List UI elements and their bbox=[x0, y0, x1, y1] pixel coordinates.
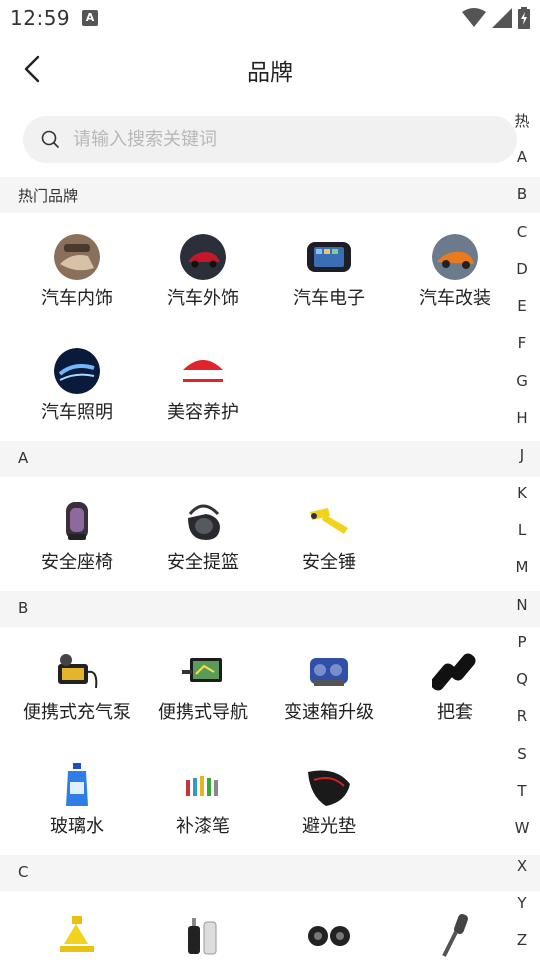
index-letter-h[interactable]: H bbox=[504, 409, 540, 427]
child-seat-thumb bbox=[54, 498, 100, 544]
brand-item-label: 便携式导航 bbox=[158, 702, 248, 723]
brand-item-speaker[interactable] bbox=[266, 912, 392, 960]
section-title: C bbox=[18, 863, 29, 881]
brand-item-grip-cover[interactable]: 把套 bbox=[392, 648, 518, 738]
page-title: 品牌 bbox=[247, 60, 293, 86]
section-header-b: B bbox=[0, 591, 540, 627]
brand-item-air-pump[interactable]: 便携式充气泵 bbox=[14, 648, 140, 738]
car-brush-thumb bbox=[432, 912, 478, 958]
car-charger-thumb bbox=[180, 912, 226, 958]
index-letter-p[interactable]: P bbox=[504, 633, 540, 651]
touch-up-pen-thumb bbox=[180, 762, 226, 808]
brand-item-car-interior[interactable]: 汽车内饰 bbox=[14, 234, 140, 324]
index-letter-b[interactable]: B bbox=[504, 185, 540, 203]
index-letter-n[interactable]: N bbox=[504, 596, 540, 614]
brand-item-car-jack[interactable] bbox=[14, 912, 140, 960]
brand-item-infant-carrier[interactable]: 安全提篮 bbox=[140, 498, 266, 588]
index-letter-t[interactable]: T bbox=[504, 782, 540, 800]
brand-item-gearbox[interactable]: 变速箱升级 bbox=[266, 648, 392, 738]
sun-mat-thumb bbox=[306, 762, 352, 808]
index-letter-w[interactable]: W bbox=[504, 819, 540, 837]
brand-item-touch-up-pen[interactable]: 补漆笔 bbox=[140, 762, 266, 852]
wifi-icon bbox=[462, 8, 486, 27]
index-letter-d[interactable]: D bbox=[504, 260, 540, 278]
brand-item-label: 便携式充气泵 bbox=[23, 702, 131, 723]
infant-carrier-thumb bbox=[180, 498, 226, 544]
index-letter-r[interactable]: R bbox=[504, 707, 540, 725]
brand-item-label: 安全锤 bbox=[302, 552, 356, 573]
brand-item-car-modification[interactable]: 汽车改装 bbox=[392, 234, 518, 324]
brand-item-label: 安全提篮 bbox=[167, 552, 239, 573]
section-title: 热门品牌 bbox=[18, 187, 79, 205]
speaker-thumb bbox=[306, 912, 352, 958]
section-header-a: A bbox=[0, 441, 540, 477]
car-jack-thumb bbox=[54, 912, 100, 958]
brand-item-car-lighting[interactable]: 汽车照明 bbox=[14, 348, 140, 438]
index-letter-c[interactable]: C bbox=[504, 223, 540, 241]
index-letter-s[interactable]: S bbox=[504, 745, 540, 763]
brand-item-gps-navigator[interactable]: 便携式导航 bbox=[140, 648, 266, 738]
status-icons bbox=[462, 6, 530, 30]
index-letter-e[interactable]: E bbox=[504, 297, 540, 315]
grip-cover-thumb bbox=[432, 648, 478, 694]
index-letter-a[interactable]: A bbox=[504, 148, 540, 166]
washer-fluid-thumb bbox=[54, 762, 100, 808]
index-letter-m[interactable]: M bbox=[504, 558, 540, 576]
car-interior-thumb bbox=[54, 234, 100, 280]
brand-item-label: 变速箱升级 bbox=[284, 702, 374, 723]
notification-icon: A bbox=[82, 10, 98, 26]
brand-item-car-electronics[interactable]: 汽车电子 bbox=[266, 234, 392, 324]
app-header: 品牌 bbox=[0, 36, 540, 102]
index-letter-hot[interactable]: 热 bbox=[504, 110, 540, 131]
brand-item-car-brush[interactable] bbox=[392, 912, 518, 960]
brand-item-label: 安全座椅 bbox=[41, 552, 113, 573]
air-pump-thumb bbox=[54, 648, 100, 694]
brand-item-label: 汽车电子 bbox=[293, 288, 365, 309]
gps-navigator-thumb bbox=[180, 648, 226, 694]
index-letter-q[interactable]: Q bbox=[504, 670, 540, 688]
brand-item-label: 汽车照明 bbox=[41, 402, 113, 423]
index-letter-j[interactable]: J bbox=[504, 446, 540, 464]
section-header-hot: 热门品牌 bbox=[0, 177, 540, 213]
index-letter-y[interactable]: Y bbox=[504, 894, 540, 912]
section-header-c: C bbox=[0, 855, 540, 891]
signal-icon bbox=[492, 8, 512, 28]
section-title: A bbox=[18, 449, 29, 467]
index-letter-f[interactable]: F bbox=[504, 334, 540, 352]
brand-item-label: 美容养护 bbox=[167, 402, 239, 423]
gearbox-thumb bbox=[306, 648, 352, 694]
search-input[interactable] bbox=[73, 116, 473, 163]
brand-item-car-exterior[interactable]: 汽车外饰 bbox=[140, 234, 266, 324]
battery-icon bbox=[518, 7, 530, 29]
safety-hammer-thumb bbox=[306, 498, 352, 544]
brand-item-sun-mat[interactable]: 避光垫 bbox=[266, 762, 392, 852]
index-letter-g[interactable]: G bbox=[504, 372, 540, 390]
brand-item-child-seat[interactable]: 安全座椅 bbox=[14, 498, 140, 588]
car-electronics-thumb bbox=[306, 234, 352, 280]
search-box[interactable] bbox=[23, 116, 517, 163]
brand-item-label: 避光垫 bbox=[302, 816, 356, 837]
search-icon bbox=[41, 130, 59, 148]
brand-item-label: 补漆笔 bbox=[176, 816, 230, 837]
brand-item-car-charger[interactable] bbox=[140, 912, 266, 960]
brand-item-washer-fluid[interactable]: 玻璃水 bbox=[14, 762, 140, 852]
status-bar: 12:59 A bbox=[0, 0, 540, 36]
index-letter-x[interactable]: X bbox=[504, 857, 540, 875]
brand-item-car-beauty[interactable]: 美容养护 bbox=[140, 348, 266, 438]
car-beauty-thumb bbox=[180, 348, 226, 394]
status-time: 12:59 bbox=[10, 6, 71, 30]
index-letter-k[interactable]: K bbox=[504, 484, 540, 502]
brand-item-label: 汽车外饰 bbox=[167, 288, 239, 309]
brand-item-label: 玻璃水 bbox=[50, 816, 104, 837]
car-exterior-thumb bbox=[180, 234, 226, 280]
index-letter-z[interactable]: Z bbox=[504, 931, 540, 949]
section-title: B bbox=[18, 599, 29, 617]
brand-item-label: 汽车内饰 bbox=[41, 288, 113, 309]
index-letter-l[interactable]: L bbox=[504, 521, 540, 539]
car-modification-thumb bbox=[432, 234, 478, 280]
brand-item-safety-hammer[interactable]: 安全锤 bbox=[266, 498, 392, 588]
car-lighting-thumb bbox=[54, 348, 100, 394]
